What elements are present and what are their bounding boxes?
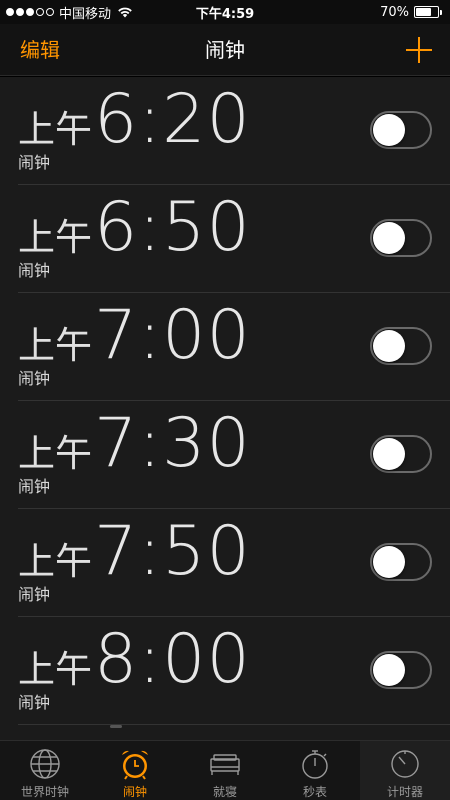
stopwatch-icon xyxy=(298,747,332,781)
page-title: 闹钟 xyxy=(205,38,245,62)
alarm-row[interactable]: 上午 6:50 闹钟 xyxy=(0,185,450,293)
globe-icon xyxy=(28,747,62,781)
alarm-toggle[interactable] xyxy=(370,219,432,257)
tab-bed[interactable]: 就寝 xyxy=(180,741,270,800)
bed-icon xyxy=(208,747,242,781)
toggle-knob xyxy=(373,546,405,578)
toggle-knob xyxy=(373,438,405,470)
tab-label: 世界时钟 xyxy=(20,785,69,799)
alarm-time: 上午 6:20 xyxy=(18,80,251,159)
alarm-clock-time: 7:30 xyxy=(94,404,251,483)
tab-label: 就寝 xyxy=(212,785,237,799)
battery-percent: 70% xyxy=(380,4,409,20)
alarm-label: 闹钟 xyxy=(18,477,51,496)
alarm-label: 闹钟 xyxy=(18,261,51,280)
tab-label: 秒表 xyxy=(302,785,327,799)
timer-icon xyxy=(388,747,422,781)
alarm-time: 上午 8:00 xyxy=(18,620,251,699)
tab-label: 计时器 xyxy=(386,785,423,799)
edit-button[interactable]: 编辑 xyxy=(20,24,60,76)
alarm-period: 上午 xyxy=(18,216,92,259)
add-alarm-button[interactable] xyxy=(406,37,432,63)
alarm-list: 上午 6:20 闹钟 上午 6:50 闹钟 上午 7:00 闹钟 上午 7:30 闹钟 上午 7:50 闹钟… xyxy=(0,77,450,740)
alarm-row[interactable]: 上午 7:00 闹钟 xyxy=(0,293,450,401)
alarm-time: 上午 7:30 xyxy=(18,404,251,483)
alarm-label: 闹钟 xyxy=(18,369,51,388)
alarm-time: 上午 6:50 xyxy=(18,188,251,267)
alarm-label: 闹钟 xyxy=(18,585,51,604)
navigation-bar: 编辑 闹钟 xyxy=(0,24,450,76)
alarm-period: 上午 xyxy=(18,324,92,367)
alarm-clock-time: 6:50 xyxy=(94,188,251,267)
alarm-toggle[interactable] xyxy=(370,435,432,473)
alarm-period: 上午 xyxy=(18,432,92,475)
toggle-knob xyxy=(373,222,405,254)
alarm-row[interactable]: 上午 7:50 闹钟 xyxy=(0,509,450,617)
status-left: 中国移动 xyxy=(6,3,133,22)
alarm-toggle[interactable] xyxy=(370,327,432,365)
alarm-toggle[interactable] xyxy=(370,543,432,581)
carrier-name: 中国移动 xyxy=(59,6,112,22)
status-right: 70% xyxy=(380,3,442,21)
alarm-row-partial xyxy=(18,725,178,740)
toggle-knob xyxy=(373,330,405,362)
battery-icon xyxy=(414,6,442,18)
alarm-row[interactable]: 上午 7:30 闹钟 xyxy=(0,401,450,509)
alarm-time: 上午 7:00 xyxy=(18,296,251,375)
tab-stopwatch[interactable]: 秒表 xyxy=(270,741,360,800)
alarm-period: 上午 xyxy=(18,648,92,691)
tab-globe[interactable]: 世界时钟 xyxy=(0,741,90,800)
alarm-label: 闹钟 xyxy=(18,153,51,172)
alarm-row[interactable]: 上午 6:20 闹钟 xyxy=(0,77,450,185)
alarm-toggle[interactable] xyxy=(370,651,432,689)
signal-strength-icon xyxy=(6,8,54,16)
alarm-row[interactable]: 上午 8:00 闹钟 xyxy=(0,617,450,725)
tab-alarm-clock[interactable]: 闹钟 xyxy=(90,741,180,800)
alarm-clock-icon xyxy=(118,747,152,781)
alarm-toggle[interactable] xyxy=(370,111,432,149)
alarm-clock-time: 8:00 xyxy=(94,620,251,699)
alarm-time: 上午 7:50 xyxy=(18,512,251,591)
tab-timer[interactable]: 计时器 xyxy=(360,741,450,800)
status-bar: 中国移动 下午4:59 70% xyxy=(0,0,450,24)
battery-fill xyxy=(416,8,431,16)
alarm-clock-time: 7:00 xyxy=(94,296,251,375)
wifi-icon xyxy=(118,7,132,18)
toggle-knob xyxy=(373,654,405,686)
tab-label: 闹钟 xyxy=(122,785,147,799)
alarm-period: 上午 xyxy=(18,108,92,151)
tab-bar: 世界时钟 闹钟 就寝 秒表 计时器 xyxy=(0,740,450,800)
alarm-clock-time: 7:50 xyxy=(94,512,251,591)
toggle-knob xyxy=(373,114,405,146)
alarm-clock-time: 6:20 xyxy=(94,80,251,159)
alarm-period: 上午 xyxy=(18,540,92,583)
alarm-label: 闹钟 xyxy=(18,693,51,712)
